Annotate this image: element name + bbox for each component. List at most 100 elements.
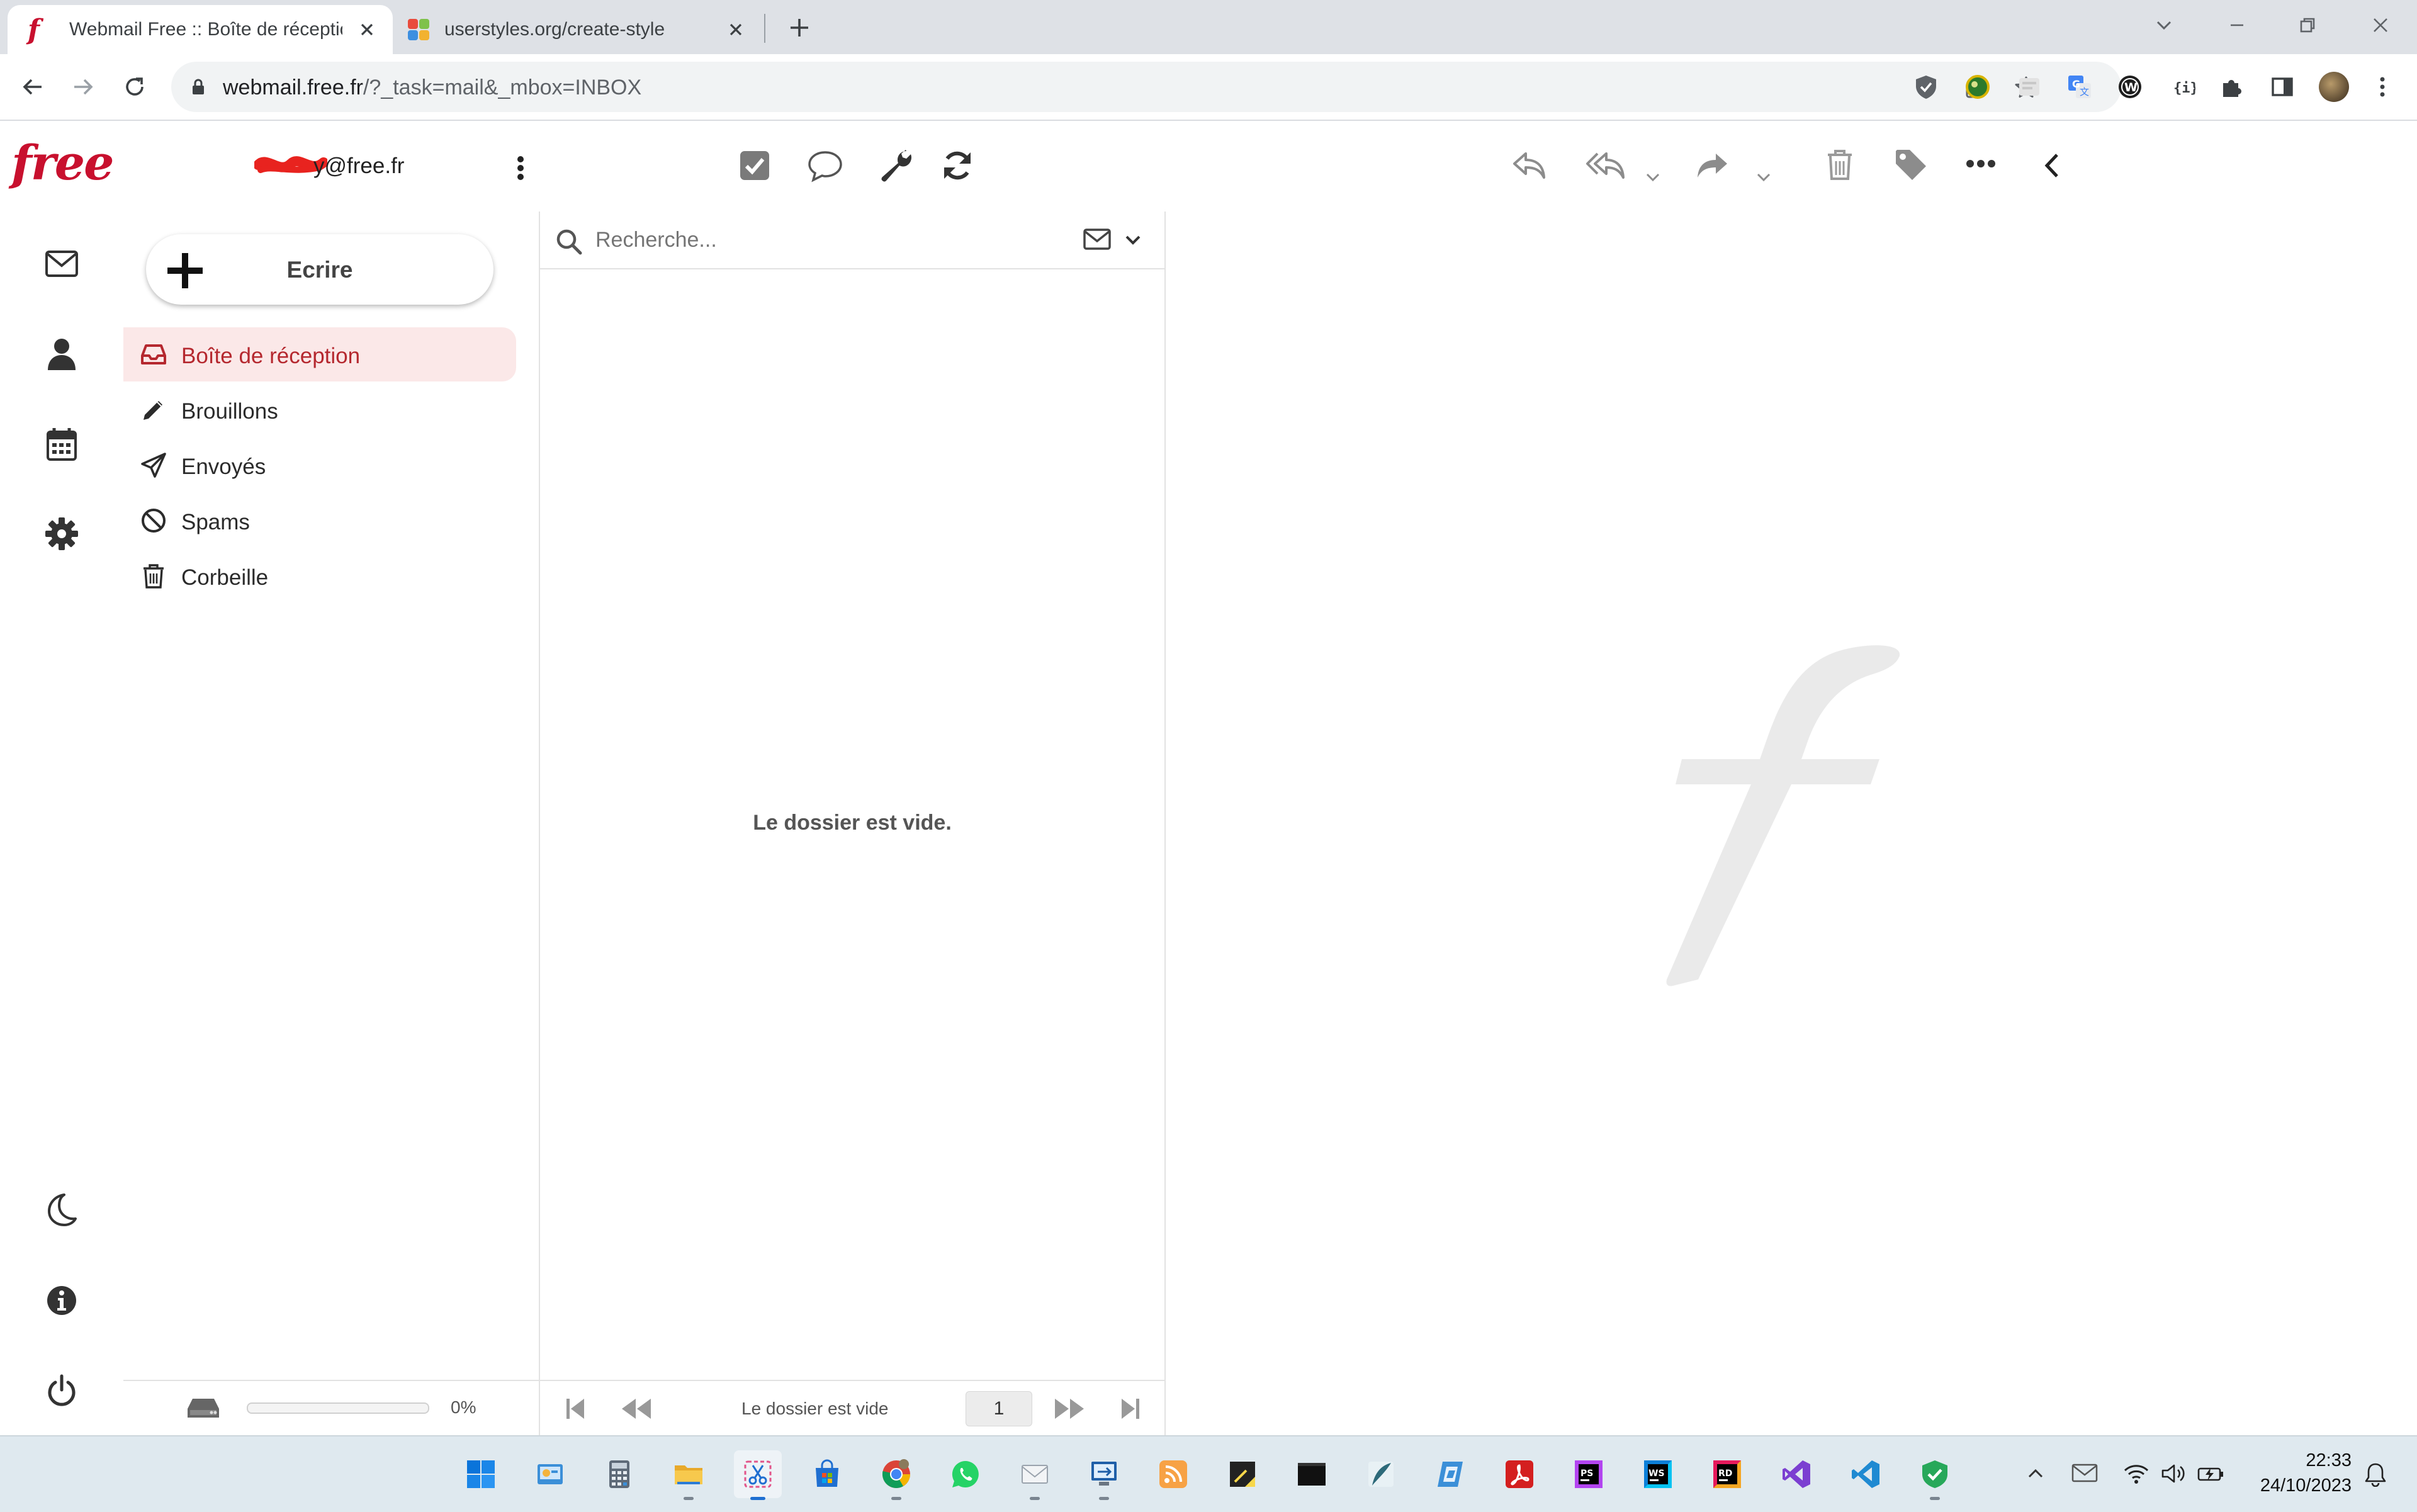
tray-overflow-chevron-icon[interactable]: [2024, 1463, 2047, 1483]
restore-icon[interactable]: [2292, 10, 2323, 40]
taskbar-blue-app[interactable]: [1426, 1450, 1474, 1498]
taskbar-webstorm[interactable]: WS: [1634, 1450, 1682, 1498]
clock-date[interactable]: 24/10/2023: [2245, 1475, 2352, 1496]
info-icon[interactable]: [45, 1284, 78, 1317]
taskbar-rss-app[interactable]: [1149, 1450, 1197, 1498]
first-page-icon[interactable]: [563, 1395, 588, 1423]
search-options-chevron-icon[interactable]: [1123, 230, 1143, 249]
search-input[interactable]: [594, 222, 962, 258]
account-menu-icon[interactable]: [511, 152, 530, 184]
profile-avatar[interactable]: [2319, 72, 2349, 102]
visual-studio-icon: [1781, 1459, 1811, 1489]
forward-dropdown-icon[interactable]: [1755, 171, 1772, 184]
page-number-field[interactable]: 1: [966, 1391, 1032, 1426]
close-window-icon[interactable]: [2365, 10, 2396, 40]
taskbar-control-panel[interactable]: [526, 1450, 574, 1498]
battery-icon[interactable]: [2197, 1462, 2224, 1486]
wifi-icon[interactable]: [2122, 1462, 2150, 1486]
globe-extension-icon[interactable]: [1964, 73, 1992, 101]
settings-icon[interactable]: [44, 516, 79, 551]
calendar-icon[interactable]: [45, 427, 78, 462]
extensions-puzzle-icon[interactable]: [2218, 73, 2246, 101]
chat-bubble-icon[interactable]: [807, 150, 843, 183]
search-scope-envelope-icon[interactable]: [1083, 227, 1112, 252]
taskbar-visual-studio[interactable]: [1772, 1450, 1820, 1498]
next-page-icon[interactable]: [1052, 1395, 1086, 1423]
reply-all-dropdown-icon[interactable]: [1644, 171, 1662, 184]
folder-icon: [673, 1459, 704, 1489]
taskbar-phpstorm[interactable]: PS: [1565, 1450, 1613, 1498]
forward-nav-icon[interactable]: [69, 73, 97, 101]
taskbar-microsoft-store[interactable]: [803, 1450, 851, 1498]
taskbar-whatsapp[interactable]: [942, 1450, 989, 1498]
compose-button[interactable]: Ecrire: [146, 234, 493, 305]
clock-time[interactable]: 22:33: [2251, 1450, 2352, 1471]
taskbar-acrobat[interactable]: [1496, 1450, 1543, 1498]
contacts-icon[interactable]: [45, 336, 78, 371]
wrench-icon[interactable]: [879, 149, 913, 183]
collapse-left-icon[interactable]: [2041, 151, 2063, 180]
reply-icon[interactable]: [1511, 149, 1547, 183]
new-tab-icon[interactable]: [786, 14, 813, 42]
lock-icon[interactable]: [189, 77, 208, 97]
tab-title: Webmail Free :: Boîte de réception: [69, 19, 342, 40]
taskbar-mail[interactable]: [1011, 1450, 1059, 1500]
close-tab-icon[interactable]: [725, 19, 747, 40]
taskbar-scrivener[interactable]: [1357, 1450, 1405, 1498]
folder-item[interactable]: Envoyés: [123, 438, 516, 492]
select-checkbox-icon[interactable]: [739, 150, 770, 181]
volume-icon[interactable]: [2160, 1462, 2188, 1486]
folder-item[interactable]: Spams: [123, 494, 516, 548]
back-icon[interactable]: [19, 73, 47, 101]
browser-menu-icon[interactable]: [2373, 73, 2392, 101]
reply-all-icon[interactable]: [1585, 149, 1626, 183]
notifications-bell-icon[interactable]: [2363, 1462, 2388, 1487]
taskbar-chrome[interactable]: [872, 1450, 920, 1500]
taskbar-security-app[interactable]: [1911, 1450, 1959, 1500]
taskbar-rider[interactable]: RD: [1703, 1450, 1751, 1498]
taskbar-terminal[interactable]: [1288, 1450, 1336, 1498]
address-bar[interactable]: webmail.free.fr/?_task=mail&_mbox=INBOX: [171, 62, 2121, 112]
shield-extension-icon[interactable]: [1912, 73, 1940, 101]
taskbar-file-explorer[interactable]: [665, 1450, 713, 1500]
reload-icon[interactable]: [121, 73, 149, 101]
left-nav-rail: [0, 212, 125, 1435]
translate-extension-icon[interactable]: G文: [2066, 73, 2093, 101]
free-logo[interactable]: free: [11, 135, 114, 191]
wordpress-extension-icon[interactable]: W: [2116, 73, 2144, 101]
account-email-suffix: @free.fr: [324, 154, 405, 178]
tag-icon[interactable]: [1893, 147, 1929, 183]
taskbar-vscode[interactable]: [1842, 1450, 1890, 1498]
tray-mail-icon[interactable]: [2071, 1462, 2099, 1484]
previous-page-icon[interactable]: [619, 1395, 653, 1423]
json-extension-icon[interactable]: {i}: [2168, 73, 2195, 101]
forward-icon[interactable]: [1694, 149, 1731, 183]
account-email[interactable]: y@free.fr: [313, 154, 404, 179]
close-tab-icon[interactable]: [356, 19, 378, 40]
tab-userstyles[interactable]: userstyles.org/create-style: [398, 5, 763, 54]
tab-search-chevron-icon[interactable]: [2151, 13, 2177, 38]
quill-icon: [1366, 1459, 1396, 1489]
taskbar-snipping-tool[interactable]: [734, 1450, 782, 1500]
more-icon[interactable]: [1965, 157, 1997, 170]
dark-mode-icon[interactable]: [45, 1192, 78, 1226]
folder-item[interactable]: Brouillons: [123, 383, 516, 437]
taskbar-calculator[interactable]: [595, 1450, 643, 1498]
grey-extension-icon[interactable]: [2015, 73, 2043, 101]
tab-webmail[interactable]: f Webmail Free :: Boîte de réception: [8, 5, 393, 54]
logout-icon[interactable]: [45, 1374, 78, 1408]
taskbar-remote-desktop[interactable]: [1080, 1450, 1128, 1500]
minimize-icon[interactable]: [2222, 10, 2252, 40]
mail-app-icon: [1020, 1459, 1050, 1489]
last-page-icon[interactable]: [1118, 1395, 1143, 1423]
trash-icon[interactable]: [1824, 147, 1856, 183]
mail-icon[interactable]: [44, 248, 79, 279]
svg-text:PS: PS: [1580, 1469, 1593, 1479]
side-panel-icon[interactable]: [2268, 73, 2296, 101]
taskbar-sticky-notes[interactable]: [1219, 1450, 1266, 1498]
folder-item[interactable]: Boîte de réception: [123, 327, 516, 381]
search-icon[interactable]: [555, 228, 583, 256]
refresh-icon[interactable]: [940, 149, 974, 183]
start-button[interactable]: [457, 1450, 505, 1498]
folder-item[interactable]: Corbeille: [123, 549, 516, 603]
